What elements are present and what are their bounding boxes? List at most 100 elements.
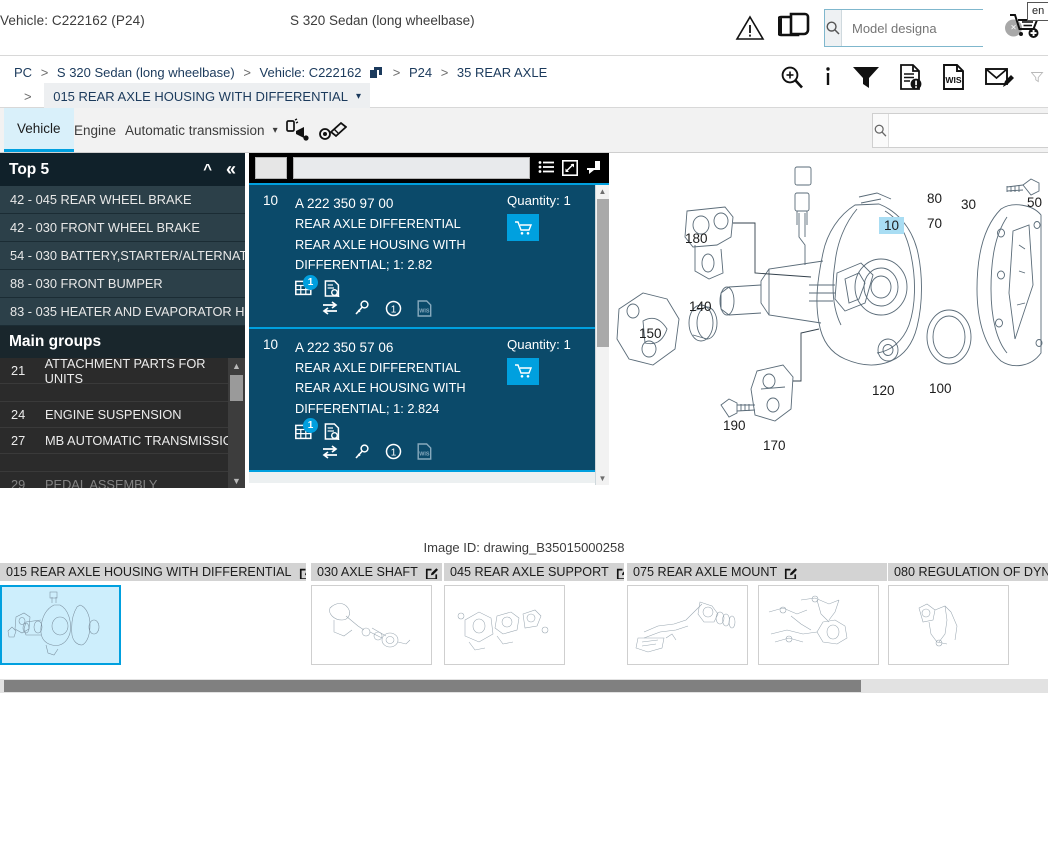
thumbnail-045-0[interactable] [444,585,565,665]
thumbnail-075-1[interactable] [758,585,879,665]
swap-arrows-icon[interactable] [321,444,339,459]
breadcrumb-item-model[interactable]: S 320 Sedan (long wheelbase) [57,65,235,80]
callout-30[interactable]: 30 [961,197,976,212]
add-to-cart-button[interactable] [507,357,539,385]
scroll-down-icon[interactable]: ▼ [228,473,245,488]
horizontal-scrollbar[interactable] [0,679,1048,693]
edit-square-icon[interactable] [616,566,624,579]
callout-150[interactable]: 150 [639,326,662,341]
scroll-thumb[interactable] [597,199,609,347]
scroll-up-icon[interactable]: ▲ [596,185,609,198]
callout-10[interactable]: 10 [879,217,905,234]
key-search-icon[interactable] [354,300,370,316]
thumb-group-header[interactable]: 030 AXLE SHAFT [311,563,442,581]
part-card[interactable]: 10 A 222 350 97 00 REAR AXLE DIFFERENTIA… [249,185,595,329]
mail-edit-icon[interactable] [984,64,1014,90]
paint-spray-icon[interactable] [282,117,312,145]
thumbnail-075-0[interactable] [627,585,748,665]
filter-funnel-icon[interactable] [851,64,881,90]
thumb-group-header[interactable]: 045 REAR AXLE SUPPORT [444,563,624,581]
add-to-cart-button[interactable] [507,214,539,241]
main-group-item-27[interactable]: 27 MB AUTOMATIC TRANSMISSION [0,428,245,454]
circled-one-icon[interactable]: 1 [385,300,402,317]
scroll-up-icon[interactable]: ▲ [228,358,245,373]
scroll-thumb[interactable] [230,375,243,401]
main-group-item-21[interactable]: 21 ATTACHMENT PARTS FOR UNITS [0,358,245,386]
callout-120[interactable]: 120 [872,383,895,398]
part-number[interactable]: A 222 350 57 06 [295,337,507,358]
breadcrumb-item-p24[interactable]: P24 [409,65,432,80]
exploded-drawing[interactable]: 80 70 10 30 50 180 150 140 120 100 190 1… [609,153,1048,483]
key-search-icon[interactable] [354,443,370,460]
main-groups-scrollbar[interactable]: ▲ ▼ [228,358,245,488]
callout-80[interactable]: 80 [927,191,942,206]
main-group-num: 27 [11,433,26,448]
parts-panel-header-icons [538,160,603,176]
vehicle-model-label: S 320 Sedan (long wheelbase) [290,13,475,28]
callout-170[interactable]: 170 [763,438,786,453]
callout-100[interactable]: 100 [929,381,952,396]
global-search-input[interactable] [889,114,1048,147]
callout-50[interactable]: 50 [1027,195,1042,210]
list-view-icon[interactable] [538,160,555,176]
warning-triangle-icon[interactable] [735,14,765,42]
edit-square-icon[interactable] [425,566,438,579]
callout-140[interactable]: 140 [689,299,712,314]
callout-180[interactable]: 180 [685,231,708,246]
top5-item-0[interactable]: 42 - 045 REAR WHEEL BRAKE [0,186,245,214]
thumbnail-015-0[interactable] [0,585,121,665]
main-group-item-29[interactable]: 29 PEDAL ASSEMBLY [0,472,245,488]
note-bubble-icon[interactable] [585,160,603,176]
thumb-group-header[interactable]: 015 REAR AXLE HOUSING WITH DIFFERENTIAL [0,563,306,581]
parts-filter-input[interactable] [293,157,530,179]
document-search-icon[interactable] [324,279,340,297]
breadcrumb-item-pc[interactable]: PC [14,65,32,80]
breadcrumb-group-dropdown[interactable]: 015 REAR AXLE HOUSING WITH DIFFERENTIAL … [44,83,370,110]
bolt-seal-icon[interactable] [317,117,347,145]
circled-one-icon[interactable]: 1 [385,443,402,460]
double-chevron-left-icon[interactable]: « [226,159,236,180]
scroll-thumb[interactable] [4,680,861,692]
scroll-down-icon[interactable]: ▼ [596,472,609,485]
chevron-up-icon[interactable]: ^ [203,161,212,178]
document-search-icon[interactable] [324,423,340,440]
edit-square-icon[interactable] [299,566,306,579]
filter-partial-icon[interactable] [1031,64,1044,90]
breadcrumb-item-vehicle[interactable]: Vehicle: C222162 [260,65,362,80]
thumb-group-header[interactable]: 080 REGULATION OF DYN [888,563,1048,581]
tab-automatic-transmission[interactable]: Automatic transmission ▾ [112,108,291,152]
swap-arrows-icon[interactable] [321,301,339,315]
document-alert-icon[interactable] [898,63,924,91]
breadcrumb-item-rear-axle[interactable]: 35 REAR AXLE [457,65,547,80]
thumbnail-030-0[interactable] [311,585,432,665]
top5-item-1[interactable]: 42 - 030 FRONT WHEEL BRAKE [0,214,245,242]
thumb-group-header[interactable]: 075 REAR AXLE MOUNT [627,563,887,581]
wis-document-icon[interactable]: WIS [417,299,432,317]
wis-document-icon[interactable]: WIS [941,63,967,91]
part-number[interactable]: A 222 350 97 00 [295,193,507,214]
chevron-down-icon[interactable]: ▾ [356,86,361,107]
model-designation-input[interactable] [842,10,1030,46]
part-card[interactable]: 10 A 222 350 57 06 REAR AXLE DIFFERENTIA… [249,328,595,472]
zoom-in-icon[interactable] [779,64,805,90]
thumb-group-015: 015 REAR AXLE HOUSING WITH DIFFERENTIAL [0,563,306,665]
top5-item-3[interactable]: 88 - 030 FRONT BUMPER [0,270,245,298]
copy-documents-button[interactable] [775,6,815,50]
main-group-label: MB AUTOMATIC TRANSMISSION [45,433,242,448]
model-designation-search[interactable]: × [824,9,1030,47]
main-group-item-24[interactable]: 24 ENGINE SUSPENSION [0,402,245,428]
wis-document-icon[interactable]: WIS [417,443,432,460]
breadcrumb-copy-icon[interactable] [369,66,384,80]
chevron-down-icon[interactable]: ▾ [273,125,278,136]
parts-filter-prefix-box[interactable] [255,157,287,179]
thumbnail-080-0[interactable] [888,585,1009,665]
callout-190[interactable]: 190 [723,418,746,433]
expand-image-icon[interactable] [562,160,578,176]
info-icon[interactable] [822,64,834,90]
top5-item-4[interactable]: 83 - 035 HEATER AND EVAPORATOR H... [0,298,245,326]
top5-item-2[interactable]: 54 - 030 BATTERY,STARTER/ALTERNAT... [0,242,245,270]
global-search[interactable] [872,113,1048,148]
edit-square-icon[interactable] [784,566,798,579]
callout-70[interactable]: 70 [927,216,942,231]
parts-list-scrollbar[interactable]: ▲ ▼ [595,185,609,485]
